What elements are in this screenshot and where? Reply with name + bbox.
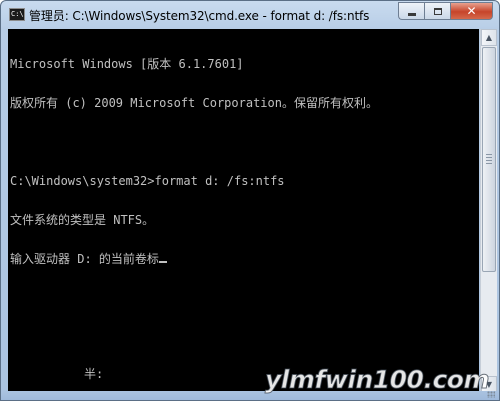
scroll-up-button[interactable]: ▲ xyxy=(481,29,497,46)
console-input-line[interactable]: 输入驱动器 D: 的当前卷标 xyxy=(10,253,378,266)
text-cursor xyxy=(158,261,167,263)
console-line: Microsoft Windows [版本 6.1.7601] xyxy=(10,57,244,71)
cmd-app-icon[interactable]: C:\ xyxy=(9,8,25,21)
site-watermark: ylmfwin100.com xyxy=(265,365,490,395)
minimize-icon xyxy=(407,12,416,16)
close-button[interactable]: ✕ xyxy=(450,2,493,20)
ime-status: 半: xyxy=(84,367,104,381)
close-icon: ✕ xyxy=(466,4,477,18)
window-title: 管理员: C:\Windows\System32\cmd.exe - forma… xyxy=(29,9,370,23)
console-line: 版权所有 (c) 2009 Microsoft Corporation。保留所有… xyxy=(10,96,378,110)
title-bar[interactable]: C:\ 管理员: C:\Windows\System32\cmd.exe - f… xyxy=(1,1,499,29)
scrollbar-thumb[interactable] xyxy=(482,47,496,272)
console-output[interactable]: Microsoft Windows [版本 6.1.7601] 版权所有 (c)… xyxy=(8,29,479,393)
cmd-icon-glyph: C:\ xyxy=(11,10,24,18)
window-controls: ✕ xyxy=(398,2,493,21)
console-line: 文件系统的类型是 NTFS。 xyxy=(10,213,155,227)
console-line: C:\Windows\system32>format d: /fs:ntfs xyxy=(10,174,285,188)
vertical-scrollbar[interactable]: ▲ ▼ xyxy=(480,29,497,393)
volume-label-prompt: 输入驱动器 D: 的当前卷标 xyxy=(10,252,159,266)
minimize-button[interactable] xyxy=(398,2,424,20)
console-lines: Microsoft Windows [版本 6.1.7601] 版权所有 (c)… xyxy=(10,32,378,292)
cmd-window: C:\ 管理员: C:\Windows\System32\cmd.exe - f… xyxy=(0,0,500,401)
grip-icon xyxy=(486,154,492,166)
maximize-button[interactable] xyxy=(424,2,450,20)
arrow-up-icon: ▲ xyxy=(485,33,493,42)
maximize-icon xyxy=(433,7,442,15)
